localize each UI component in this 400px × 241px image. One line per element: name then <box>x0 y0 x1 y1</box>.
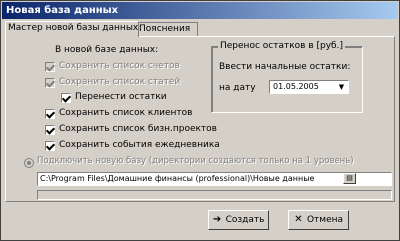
transfer-balances-checkbox[interactable] <box>61 93 71 103</box>
chevron-down-icon[interactable]: ▼ <box>336 82 347 92</box>
save-diary-label: Сохранить события ежедневника <box>59 140 220 150</box>
balance-group-title: Перенос остатков в [руб.] <box>218 41 345 51</box>
balance-prompt: Ввести начальные остатки: <box>219 62 351 72</box>
date-label: на дату <box>219 83 256 93</box>
create-label: Создать <box>225 215 265 225</box>
title-bar: Новая база данных <box>2 2 398 19</box>
path-field[interactable]: C:\Program Files\Домашние финансы (profe… <box>37 172 392 186</box>
save-categories-checkbox[interactable] <box>45 78 55 88</box>
dialog-window: Новая база данных Мастер новой базы данн… <box>0 0 400 241</box>
save-accounts-label: Сохранить список счетов <box>59 61 180 71</box>
save-accounts-checkbox[interactable] <box>45 62 55 72</box>
create-button[interactable]: ➔ Создать <box>208 210 269 230</box>
progress-bar <box>37 190 392 200</box>
save-clients-checkbox[interactable] <box>45 109 55 119</box>
tab-notes[interactable]: Пояснения <box>136 22 198 36</box>
balance-group: Перенос остатков в [руб.] Ввести начальн… <box>211 41 363 113</box>
save-projects-label: Сохранить список бизн.проектов <box>59 124 217 134</box>
transfer-balances-label: Перенести остатки <box>75 92 167 102</box>
save-projects-checkbox[interactable] <box>45 125 55 135</box>
connect-new-base-label: Подключить новую базу (директории создаю… <box>37 156 354 166</box>
cancel-label: Отмена <box>306 215 344 225</box>
create-icon: ➔ <box>212 214 222 225</box>
cancel-button[interactable]: ✕ Отмена <box>288 210 349 230</box>
date-value: 01.05.2005 <box>273 82 319 91</box>
window-title: Новая база данных <box>6 5 119 16</box>
date-combobox[interactable]: 01.05.2005 ▼ <box>269 80 349 94</box>
save-clients-label: Сохранить список клиентов <box>59 108 193 118</box>
close-icon: ✕ <box>294 214 303 225</box>
save-diary-checkbox[interactable] <box>45 141 55 151</box>
connect-new-base-radio[interactable] <box>24 158 34 168</box>
section-title: В новой базе данных: <box>55 45 159 55</box>
tab-wizard[interactable]: Мастер новой базы данных <box>5 21 139 37</box>
folder-open-icon[interactable]: ▤ <box>343 173 356 184</box>
save-categories-label: Сохранить список статей <box>59 77 181 87</box>
